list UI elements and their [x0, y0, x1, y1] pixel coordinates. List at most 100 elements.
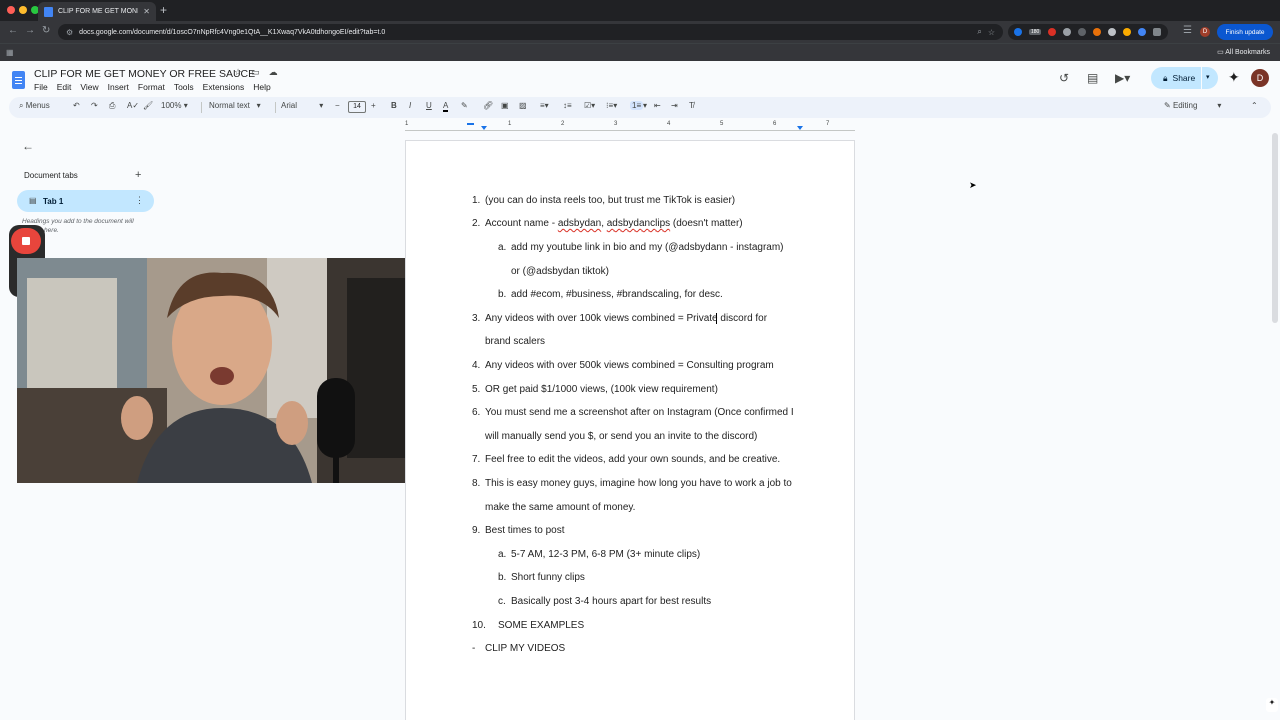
menu-view[interactable]: View	[80, 82, 98, 92]
style-select[interactable]: Normal text ▾	[209, 101, 261, 110]
menu-tools[interactable]: Tools	[174, 82, 194, 92]
comments-icon[interactable]: ▤	[1087, 71, 1098, 85]
meet-icon[interactable]: ▶▾	[1115, 71, 1130, 85]
highlight-icon[interactable]: ✎	[461, 101, 468, 110]
italic-icon[interactable]: I	[409, 101, 411, 110]
underline-icon[interactable]: U	[426, 101, 432, 110]
increase-indent-icon[interactable]: ⇥	[671, 101, 678, 110]
ruler[interactable]: 1 1 2 3 4 5 6 7	[405, 121, 855, 133]
stop-recording-button[interactable]	[11, 228, 41, 254]
more-options-icon[interactable]: ⋮	[135, 195, 144, 206]
extension-icon[interactable]	[1108, 28, 1117, 36]
spelling-flag[interactable]: adsbydan	[558, 218, 601, 229]
account-name-label: Account name -	[485, 218, 558, 229]
version-history-icon[interactable]: ↺	[1059, 71, 1069, 85]
extension-icon[interactable]	[1014, 28, 1022, 36]
reading-list-icon[interactable]: ☰	[1183, 25, 1192, 36]
back-arrow-icon[interactable]: ←	[22, 139, 34, 153]
editing-mode-select[interactable]: ✎ Editing ▾	[1164, 101, 1221, 110]
comment-icon[interactable]: ▣	[501, 101, 509, 110]
zoom-icon[interactable]: ⌕	[977, 27, 981, 37]
left-indent-marker[interactable]	[481, 126, 487, 130]
address-bar[interactable]: ⚙ docs.google.com/document/d/1oscO7nNpRf…	[58, 24, 1003, 40]
list-marker: 6.	[472, 407, 481, 418]
menu-help[interactable]: Help	[253, 82, 270, 92]
extensions-puzzle-icon[interactable]	[1153, 28, 1162, 36]
redo-icon[interactable]: ↷	[91, 101, 98, 110]
browser-tab-active[interactable]: CLIP FOR ME GET MONEY OR FREE SAUCE - Go…	[38, 2, 156, 21]
numbered-list-icon[interactable]: 1≡	[630, 101, 644, 110]
font-select[interactable]: Arial ▾	[281, 101, 323, 110]
all-bookmarks-link[interactable]: ▭ All Bookmarks	[1217, 48, 1270, 56]
vertical-scrollbar[interactable]	[1272, 133, 1278, 323]
document-title[interactable]: CLIP FOR ME GET MONEY OR FREE SAUCE	[34, 68, 255, 80]
list-marker: 9.	[472, 525, 481, 536]
extension-icon[interactable]	[1138, 28, 1147, 36]
star-icon[interactable]: ☆	[234, 67, 242, 78]
link-icon[interactable]: 🔗︎	[483, 101, 493, 110]
checklist-icon[interactable]: ☑▾	[584, 101, 595, 110]
menu-insert[interactable]: Insert	[108, 82, 129, 92]
document-page[interactable]: 1. (you can do insta reels too, but trus…	[405, 140, 855, 720]
decrease-indent-icon[interactable]: ⇤	[654, 101, 661, 110]
apps-grid-icon[interactable]: ▦	[6, 48, 14, 57]
finish-update-button[interactable]: Finish update	[1217, 24, 1273, 40]
image-icon[interactable]: ▨	[519, 101, 527, 110]
text-color-icon[interactable]: A	[443, 101, 449, 112]
search-menus[interactable]: ⌕ Menus	[19, 101, 50, 111]
line-spacing-icon[interactable]: ↕≡	[563, 101, 572, 110]
explore-icon[interactable]: ✦	[1266, 698, 1278, 712]
collapse-toolbar-icon[interactable]: ⌃	[1251, 101, 1258, 110]
extension-icon[interactable]	[1078, 28, 1087, 36]
cloud-status-icon[interactable]: ☁	[269, 67, 278, 78]
menu-format[interactable]: Format	[138, 82, 165, 92]
list-item-text: Short funny clips	[511, 572, 585, 583]
close-tab-icon[interactable]: ✕	[143, 7, 150, 16]
minimize-window-icon[interactable]	[19, 6, 27, 14]
bulleted-list-icon[interactable]: ⁝≡▾	[606, 101, 617, 110]
font-size-input[interactable]: 14	[348, 101, 366, 113]
gemini-spark-icon[interactable]: ✦	[1228, 69, 1240, 86]
first-line-indent-marker[interactable]	[467, 123, 474, 125]
reload-icon[interactable]: ↻	[42, 25, 50, 36]
spelling-flag[interactable]: adsbydanclips	[607, 218, 670, 229]
increase-font-icon[interactable]: +	[371, 101, 376, 110]
mouse-pointer-icon: ➤	[969, 180, 977, 190]
forward-icon[interactable]: →	[25, 25, 35, 36]
extension-badge[interactable]: 180	[1029, 29, 1042, 35]
menu-edit[interactable]: Edit	[57, 82, 72, 92]
move-folder-icon[interactable]: ▭	[251, 67, 260, 78]
align-icon[interactable]: ≡▾	[540, 101, 549, 110]
add-tab-icon[interactable]: +	[135, 169, 141, 181]
bookmark-star-icon[interactable]: ☆	[988, 28, 995, 37]
menu-file[interactable]: File	[34, 82, 48, 92]
title-actions: ☆ ▭ ☁	[234, 67, 278, 78]
extension-icon[interactable]	[1093, 28, 1102, 36]
account-avatar[interactable]: D	[1251, 69, 1269, 87]
extension-icon[interactable]	[1048, 28, 1057, 36]
clear-formatting-icon[interactable]: T̸	[689, 101, 694, 110]
paint-format-icon[interactable]: 🖌︎	[143, 101, 153, 110]
search-menus-label: Menus	[25, 101, 50, 110]
document-tab-1[interactable]: ▤ Tab 1 ⋮	[17, 190, 154, 212]
close-window-icon[interactable]	[7, 6, 15, 14]
list-item-text: add #ecom, #business, #brandscaling, for…	[511, 289, 723, 300]
chrome-profile-avatar[interactable]: D	[1200, 27, 1210, 37]
docs-logo-icon[interactable]	[12, 71, 25, 89]
new-tab-button[interactable]: +	[160, 3, 167, 17]
webcam-overlay	[17, 258, 418, 483]
site-info-icon[interactable]: ⚙	[66, 28, 73, 37]
extension-icon[interactable]	[1063, 28, 1072, 36]
menu-extensions[interactable]: Extensions	[203, 82, 245, 92]
numbered-list-dropdown-icon[interactable]: ▾	[643, 101, 647, 110]
undo-icon[interactable]: ↶	[73, 101, 80, 110]
right-indent-marker[interactable]	[797, 126, 803, 130]
decrease-font-icon[interactable]: −	[335, 101, 340, 110]
share-dropdown-icon[interactable]: ▾	[1206, 73, 1210, 81]
extension-icon[interactable]	[1123, 28, 1132, 36]
zoom-select[interactable]: 100% ▾	[161, 101, 188, 110]
back-icon[interactable]: ←	[8, 25, 18, 36]
print-icon[interactable]: ⎙	[109, 101, 115, 111]
bold-icon[interactable]: B	[391, 101, 397, 110]
spellcheck-icon[interactable]: A✓	[127, 101, 139, 110]
